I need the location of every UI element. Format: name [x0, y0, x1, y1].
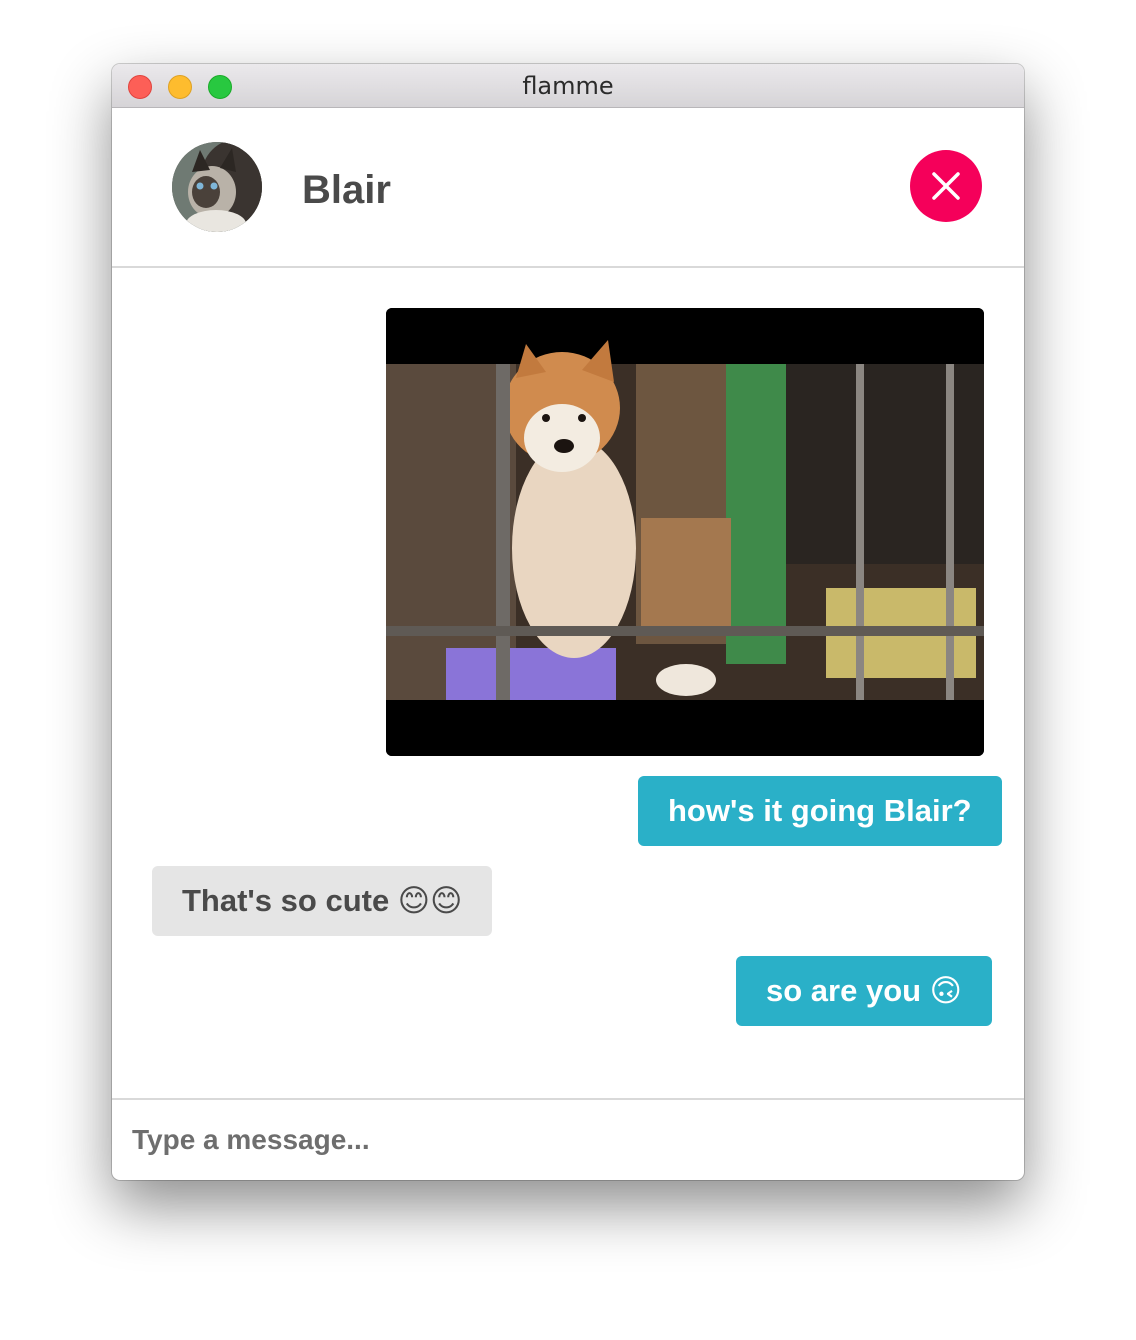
- close-icon: [932, 172, 960, 200]
- app-window: flamme Blair how's it going Blair? That'…: [112, 64, 1024, 1180]
- window-title: flamme: [522, 72, 614, 100]
- contact-name: Blair: [302, 168, 391, 212]
- title-bar: flamme: [112, 64, 1024, 108]
- chat-header: Blair: [112, 108, 1024, 268]
- avatar: [172, 142, 262, 232]
- message-input[interactable]: [112, 1100, 1024, 1180]
- message-composer: [112, 1098, 1024, 1180]
- message-bubble-outgoing[interactable]: how's it going Blair?: [638, 776, 1002, 846]
- message-bubble-outgoing[interactable]: so are you 🙃: [736, 956, 992, 1026]
- gif-message[interactable]: [386, 308, 984, 756]
- message-list[interactable]: how's it going Blair? That's so cute 😊😊 …: [112, 270, 1024, 1098]
- message-bubble-incoming[interactable]: That's so cute 😊😊: [152, 866, 493, 936]
- close-chat-button[interactable]: [910, 150, 982, 222]
